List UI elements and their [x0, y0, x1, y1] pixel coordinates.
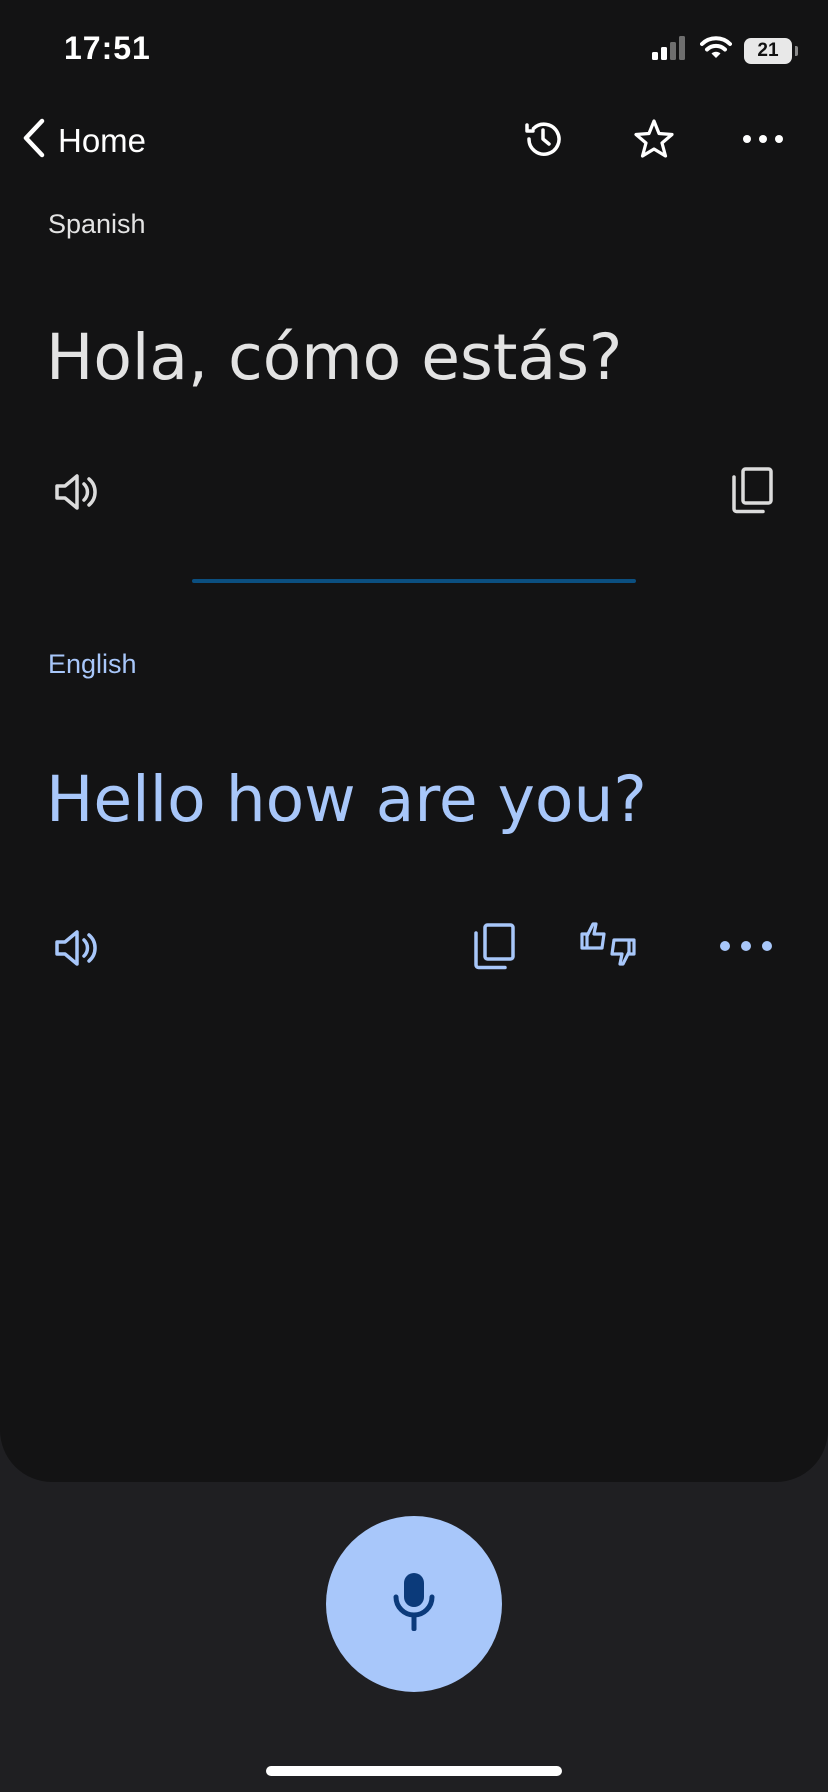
speaker-icon — [53, 927, 99, 974]
translation-card: 17:51 21 Home Spanish Hola, cómo estás? … — [0, 0, 828, 1482]
target-copy-button[interactable] — [468, 922, 520, 974]
section-divider — [192, 579, 636, 583]
status-time: 17:51 — [64, 30, 151, 66]
battery-icon: 21 — [744, 37, 798, 64]
back-button[interactable]: Home — [22, 118, 146, 163]
more-icon — [718, 939, 774, 958]
history-button[interactable] — [520, 118, 566, 164]
target-speak-button[interactable] — [50, 924, 102, 976]
top-nav: Home — [0, 100, 828, 180]
star-icon — [632, 117, 676, 166]
home-indicator[interactable] — [266, 1766, 562, 1776]
speaker-icon — [53, 471, 99, 518]
target-text: Hello how are you? — [46, 763, 647, 836]
chevron-left-icon — [22, 118, 46, 163]
microphone-icon — [392, 1571, 436, 1638]
source-language-label: Spanish — [48, 209, 146, 239]
microphone-button[interactable] — [326, 1516, 502, 1692]
target-language-label: English — [48, 649, 137, 679]
more-icon — [741, 132, 785, 150]
source-speak-button[interactable] — [50, 468, 102, 520]
target-more-button[interactable] — [720, 922, 772, 974]
copy-icon — [471, 921, 517, 976]
status-bar: 17:51 21 — [0, 0, 828, 100]
feedback-button[interactable] — [580, 920, 636, 972]
source-text: Hola, cómo estás? — [46, 321, 623, 394]
feedback-icon — [578, 916, 638, 977]
copy-icon — [729, 465, 775, 520]
history-icon — [521, 117, 565, 166]
more-options-button[interactable] — [740, 118, 786, 164]
status-icons: 21 — [652, 36, 798, 65]
back-label: Home — [58, 121, 147, 159]
favorite-button[interactable] — [631, 118, 677, 164]
wifi-icon — [700, 36, 732, 65]
source-copy-button[interactable] — [726, 466, 778, 518]
cellular-signal-icon — [652, 36, 688, 65]
